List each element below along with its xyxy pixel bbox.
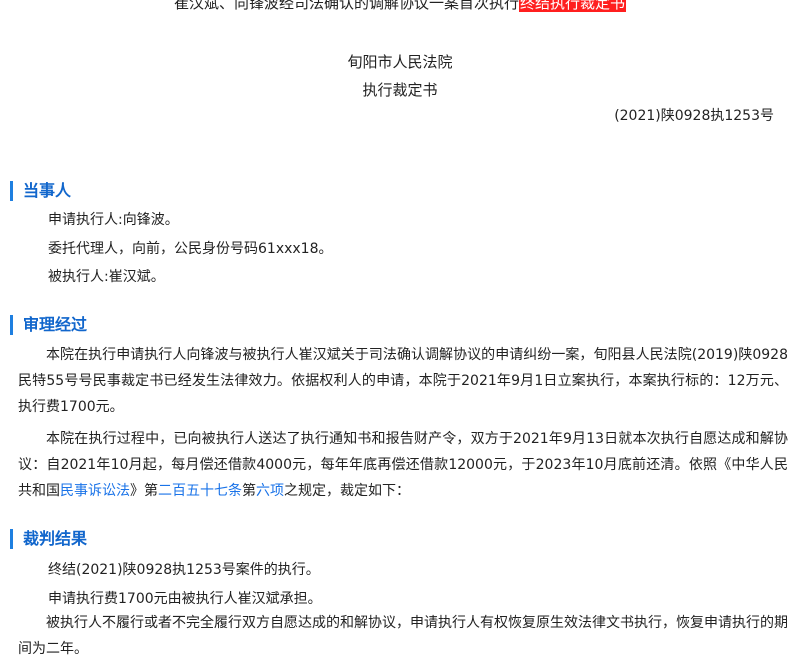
- document-type: 执行裁定书: [362, 81, 438, 99]
- section-heading-result: 裁判结果: [10, 529, 87, 549]
- result-line-1: 终结(2021)陕0928执1253号案件的执行。: [48, 562, 320, 578]
- title-highlight: 终结执行裁定书: [519, 0, 627, 12]
- item-6-link[interactable]: 六项: [256, 483, 284, 499]
- case-number: (2021)陕0928执1253号: [614, 108, 774, 124]
- document-title: 崔汉斌、向锋波经司法确认的调解协议一案首次执行终结执行裁定书: [0, 0, 800, 14]
- process-paragraph-2: 本院在执行过程中，已向被执行人送达了执行通知书和报告财产令，双方于2021年9月…: [18, 426, 788, 504]
- p2-text-d: 之规定，裁定如下：: [284, 483, 410, 499]
- civil-procedure-law-link[interactable]: 民事诉讼法: [60, 483, 130, 499]
- p2-text-c: 第: [242, 483, 256, 499]
- section-heading-process: 审理经过: [10, 315, 87, 335]
- section-heading-parties: 当事人: [10, 181, 71, 201]
- p2-text-b: 》第: [130, 483, 158, 499]
- result-paragraph: 被执行人不履行或者不完全履行双方自愿达成的和解协议，申请执行人有权恢复原生效法律…: [18, 615, 788, 657]
- respondent-line: 被执行人:崔汉斌。: [48, 269, 165, 285]
- result-line-2: 申请执行费1700元由被执行人崔汉斌承担。: [48, 591, 322, 607]
- applicant-line: 申请执行人:向锋波。: [48, 212, 179, 228]
- process-paragraph-1: 本院在执行申请执行人向锋波与被执行人崔汉斌关于司法确认调解协议的申请纠纷一案，旬…: [18, 347, 788, 415]
- article-257-link[interactable]: 二百五十七条: [158, 483, 242, 499]
- title-prefix: 崔汉斌、向锋波经司法确认的调解协议一案首次执行: [173, 0, 519, 12]
- agent-line: 委托代理人，向前，公民身份号码61xxx18。: [48, 241, 333, 257]
- court-name: 旬阳市人民法院: [347, 53, 453, 71]
